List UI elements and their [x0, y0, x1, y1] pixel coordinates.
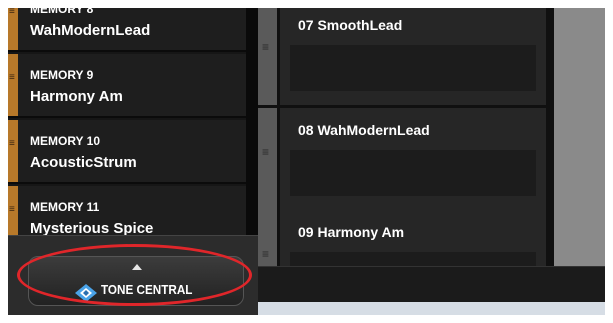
memory-label: MEMORY 10 [30, 134, 101, 148]
drag-handle-icon: ≡ [262, 247, 270, 261]
patch-slot-07[interactable]: ≡ 07 SmoothLead [258, 8, 546, 105]
memory-label: MEMORY 8 [30, 8, 94, 16]
slot-card[interactable]: 08 WahModernLead [280, 108, 546, 210]
memory-name: AcousticStrum [30, 154, 137, 171]
memory-name: WahModernLead [30, 22, 151, 39]
tone-central-button[interactable]: TONE CENTRAL [28, 256, 244, 306]
memory-label: MEMORY 11 [30, 200, 100, 214]
librarian-window: ≡ MEMORY 8 WahModernLead ≡ MEMORY 9 Harm… [8, 8, 605, 315]
memory-item-8[interactable]: ≡ MEMORY 8 WahModernLead [8, 8, 246, 52]
chevron-up-icon [132, 264, 142, 270]
drag-handle-icon: ≡ [262, 40, 270, 54]
memory-item-9[interactable]: ≡ MEMORY 9 Harmony Am [8, 54, 246, 118]
memory-list-scrollbar[interactable] [246, 8, 258, 241]
slot-card[interactable]: 07 SmoothLead [280, 8, 546, 105]
slot-handle[interactable]: ≡ [258, 8, 277, 105]
memory-name: Harmony Am [30, 88, 123, 105]
drag-handle-icon[interactable]: ≡ [9, 139, 17, 152]
slot-title: 07 SmoothLead [298, 17, 403, 33]
patch-slot-08[interactable]: ≡ 08 WahModernLead [258, 108, 546, 210]
bottom-strip [258, 302, 605, 315]
slot-handle[interactable]: ≡ [258, 108, 277, 210]
patch-slot-list: ≡ 07 SmoothLead ≡ 08 WahModernLead ≡ 09 … [258, 8, 605, 312]
side-gray-area [554, 8, 605, 266]
drag-handle-icon: ≡ [262, 145, 270, 159]
left-footer: TONE CENTRAL [8, 235, 258, 315]
slot-title: 09 Harmony Am [298, 224, 405, 240]
memory-list: ≡ MEMORY 8 WahModernLead ≡ MEMORY 9 Harm… [8, 8, 246, 241]
memory-item-11[interactable]: ≡ MEMORY 11 Mysterious Spice [8, 186, 246, 241]
slot-detail [290, 150, 536, 196]
drag-handle-icon[interactable]: ≡ [9, 73, 17, 86]
tone-central-label: TONE CENTRAL [101, 282, 193, 297]
slot-detail [290, 45, 536, 91]
drag-handle-icon[interactable]: ≡ [9, 205, 17, 218]
memory-label: MEMORY 9 [30, 68, 94, 82]
boss-diamond-logo-icon [75, 284, 97, 302]
drag-handle-icon[interactable]: ≡ [9, 8, 17, 20]
memory-item-10[interactable]: ≡ MEMORY 10 AcousticStrum [8, 120, 246, 184]
slot-title: 08 WahModernLead [298, 122, 430, 138]
